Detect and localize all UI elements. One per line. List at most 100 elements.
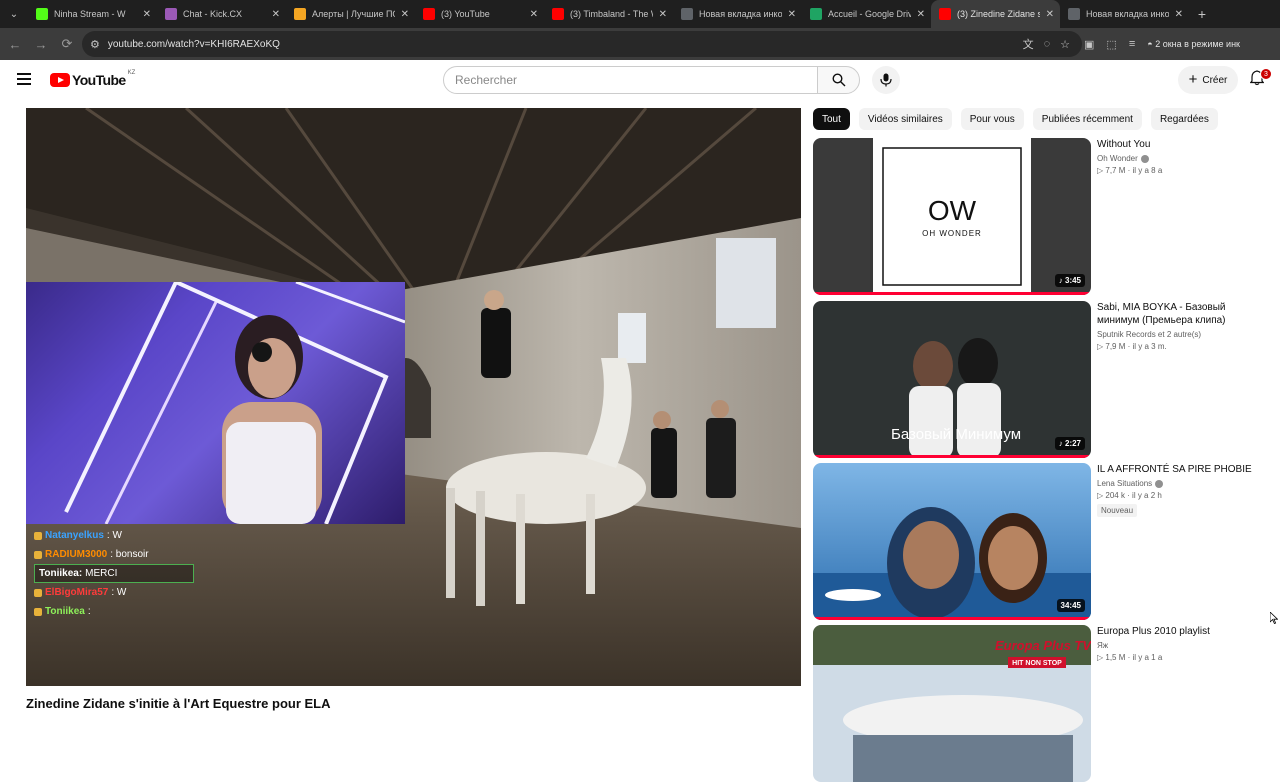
video-meta: Sabi, MIA BOYKA - Базовый минимум (Премь…	[1097, 301, 1253, 351]
tab-title: (3) Zinedine Zidane s	[957, 9, 1040, 19]
close-tab-icon[interactable]: ✕	[788, 9, 796, 20]
filter-chip[interactable]: Pour vous	[960, 108, 1024, 130]
recommended-video[interactable]: Europa Plus TV HIT NON STOP Europa Plus 20…	[813, 625, 1253, 782]
forward-icon[interactable]: →	[28, 28, 54, 60]
address-bar[interactable]: ⚙ youtube.com/watch?v=KHI6RAEXoKQ 文 ◌ ☆	[82, 31, 1082, 57]
chat-message: Natanyelkus: W	[34, 526, 234, 545]
incognito-icon: ◓	[1147, 39, 1153, 49]
search-input[interactable]: Rechercher	[443, 66, 818, 94]
video-title[interactable]: Sabi, MIA BOYKA - Базовый минимум (Премь…	[1097, 301, 1253, 327]
browser-tab[interactable]: Алерты | Лучшие ПО ✕	[286, 0, 415, 28]
search-button[interactable]	[817, 66, 860, 94]
new-tab-button[interactable]: +	[1189, 0, 1215, 28]
channel-name[interactable]: Sputnik Records et 2 autre(s)	[1097, 330, 1253, 339]
tab-search-chevron-icon[interactable]: ⌄	[0, 0, 28, 28]
filter-chip[interactable]: Publiées récemment	[1032, 108, 1142, 130]
video-player[interactable]: Natanyelkus: W RADIUM3000: bonsoir Toniike…	[26, 108, 801, 686]
youtube-logo[interactable]: YouTube KZ	[50, 70, 135, 88]
close-tab-icon[interactable]: ✕	[1046, 9, 1054, 20]
chat-badge-icon	[34, 531, 42, 540]
voice-search-button[interactable]	[872, 66, 900, 94]
chat-message: Toniikea: MERCI	[34, 564, 194, 583]
chat-message: Toniikea:	[34, 602, 234, 621]
channel-name[interactable]: Lena Situations	[1097, 479, 1253, 488]
plus-icon: +	[1188, 71, 1198, 88]
site-info-icon[interactable]: ⚙	[90, 38, 100, 51]
browser-tab[interactable]: Chat - Kick.CX ✕	[157, 0, 286, 28]
channel-text: Lena Situations	[1097, 479, 1153, 488]
channel-text: Sputnik Records et 2 autre(s)	[1097, 330, 1202, 339]
video-thumbnail[interactable]: Europa Plus TV HIT NON STOP	[813, 625, 1091, 782]
notifications-badge: 3	[1260, 68, 1272, 80]
menu-icon[interactable]	[17, 73, 31, 85]
video-thumbnail[interactable]: OW OH WONDER ♪ 3:45	[813, 138, 1091, 295]
thumbnail-title-text: Europa Plus TV	[995, 638, 1091, 653]
stream-chat-overlay: Natanyelkus: W RADIUM3000: bonsoir Toniike…	[34, 526, 234, 621]
notifications-button[interactable]: 3	[1249, 68, 1272, 90]
video-thumbnail[interactable]: 34:45	[813, 463, 1091, 620]
video-stats: ▷ 1,5 M · il y a 1 a	[1097, 653, 1163, 662]
browser-tab[interactable]: (3) Zinedine Zidane s ✕	[931, 0, 1060, 28]
back-icon[interactable]: ←	[2, 28, 28, 60]
tab-title: Новая вкладка инкогн	[699, 9, 782, 19]
video-stats: ▷ 204 k · il y a 2 h	[1097, 491, 1162, 500]
browser-tab[interactable]: (3) YouTube ✕	[415, 0, 544, 28]
video-stats: ▷ 7,9 M · il y a 3 m.	[1097, 342, 1167, 351]
tab-title: Новая вкладка инкогн	[1086, 9, 1169, 19]
close-tab-icon[interactable]: ✕	[143, 9, 151, 20]
tab-title: Accueil - Google Drive	[828, 9, 911, 19]
filter-chip[interactable]: Vidéos similaires	[858, 108, 952, 130]
video-meta: IL A AFFRONTÉ SA PIRE PHOBIE Lena Situati…	[1097, 463, 1253, 518]
close-tab-icon[interactable]: ✕	[659, 9, 667, 20]
chat-message: RADIUM3000: bonsoir	[34, 545, 234, 564]
channel-name[interactable]: Oh Wonder	[1097, 154, 1253, 163]
google-drive-icon	[810, 8, 822, 20]
logo-text: YouTube	[72, 72, 126, 88]
close-tab-icon[interactable]: ✕	[401, 9, 409, 20]
create-label: Créer	[1202, 74, 1228, 86]
channel-name[interactable]: Яж	[1097, 641, 1253, 650]
donationalerts-icon	[294, 8, 306, 20]
create-button[interactable]: + Créer	[1178, 66, 1238, 94]
video-title[interactable]: IL A AFFRONTÉ SA PIRE PHOBIE	[1097, 463, 1253, 476]
close-tab-icon[interactable]: ✕	[917, 9, 925, 20]
chat-username: Natanyelkus	[45, 530, 104, 541]
microphone-icon	[880, 73, 892, 87]
video-meta: Without You Oh Wonder ▷ 7,7 M · il y a 8 a	[1097, 138, 1253, 175]
incognito-indicator[interactable]: ◓ 2 окна в режиме инк	[1147, 39, 1240, 49]
recommended-video[interactable]: Базовый Минимум ♪ 2:27 Sabi, MIA BOYKA - Б…	[813, 301, 1253, 458]
close-tab-icon[interactable]: ✕	[272, 9, 280, 20]
filter-chip[interactable]: Regardées	[1150, 108, 1218, 130]
recommendation-filter-chips: Tout Vidéos similaires Pour vous Publiées r…	[813, 108, 1218, 130]
extension-icon[interactable]: ▣	[1084, 38, 1094, 51]
browser-tab[interactable]: (3) Timbaland - The W ✕	[544, 0, 673, 28]
video-title[interactable]: Without You	[1097, 138, 1253, 151]
chat-text: :	[87, 606, 91, 617]
browser-tab[interactable]: Новая вкладка инкогн ✕	[673, 0, 802, 28]
incognito-text: 2 окна в режиме инк	[1155, 39, 1240, 49]
channel-text: Яж	[1097, 641, 1109, 650]
browser-tab[interactable]: Новая вкладка инкогн ✕	[1060, 0, 1189, 28]
video-thumbnail[interactable]: Базовый Минимум ♪ 2:27	[813, 301, 1091, 458]
bookmark-star-icon[interactable]: ☆	[1060, 38, 1070, 51]
extensions-puzzle-icon[interactable]: ⬚	[1106, 38, 1116, 51]
chat-text: MERCI	[85, 568, 118, 579]
kick-chat-icon	[165, 8, 177, 20]
filter-chip[interactable]: Tout	[813, 108, 850, 130]
reading-list-icon[interactable]: ≡	[1129, 38, 1135, 50]
youtube-icon	[939, 8, 951, 20]
browser-tab[interactable]: Ninha Stream - W ✕	[28, 0, 157, 28]
close-tab-icon[interactable]: ✕	[530, 9, 538, 20]
reload-icon[interactable]: ⟳	[54, 28, 80, 60]
verified-check-icon	[1155, 479, 1164, 488]
close-tab-icon[interactable]: ✕	[1175, 9, 1183, 20]
browser-tab[interactable]: Accueil - Google Drive ✕	[802, 0, 931, 28]
video-title[interactable]: Europa Plus 2010 playlist	[1097, 625, 1253, 638]
recommended-video[interactable]: OW OH WONDER ♪ 3:45 Without You Oh Wonder ▷ 7…	[813, 138, 1253, 295]
translate-icon[interactable]: 文	[1023, 36, 1034, 52]
url-text[interactable]: youtube.com/watch?v=KHI6RAEXoKQ	[108, 39, 280, 50]
eye-off-icon[interactable]: ◌	[1044, 38, 1051, 50]
recommended-video[interactable]: 34:45 IL A AFFRONTÉ SA PIRE PHOBIE Lena Si…	[813, 463, 1253, 620]
tab-title: Chat - Kick.CX	[183, 9, 243, 19]
search-placeholder: Rechercher	[455, 73, 518, 87]
